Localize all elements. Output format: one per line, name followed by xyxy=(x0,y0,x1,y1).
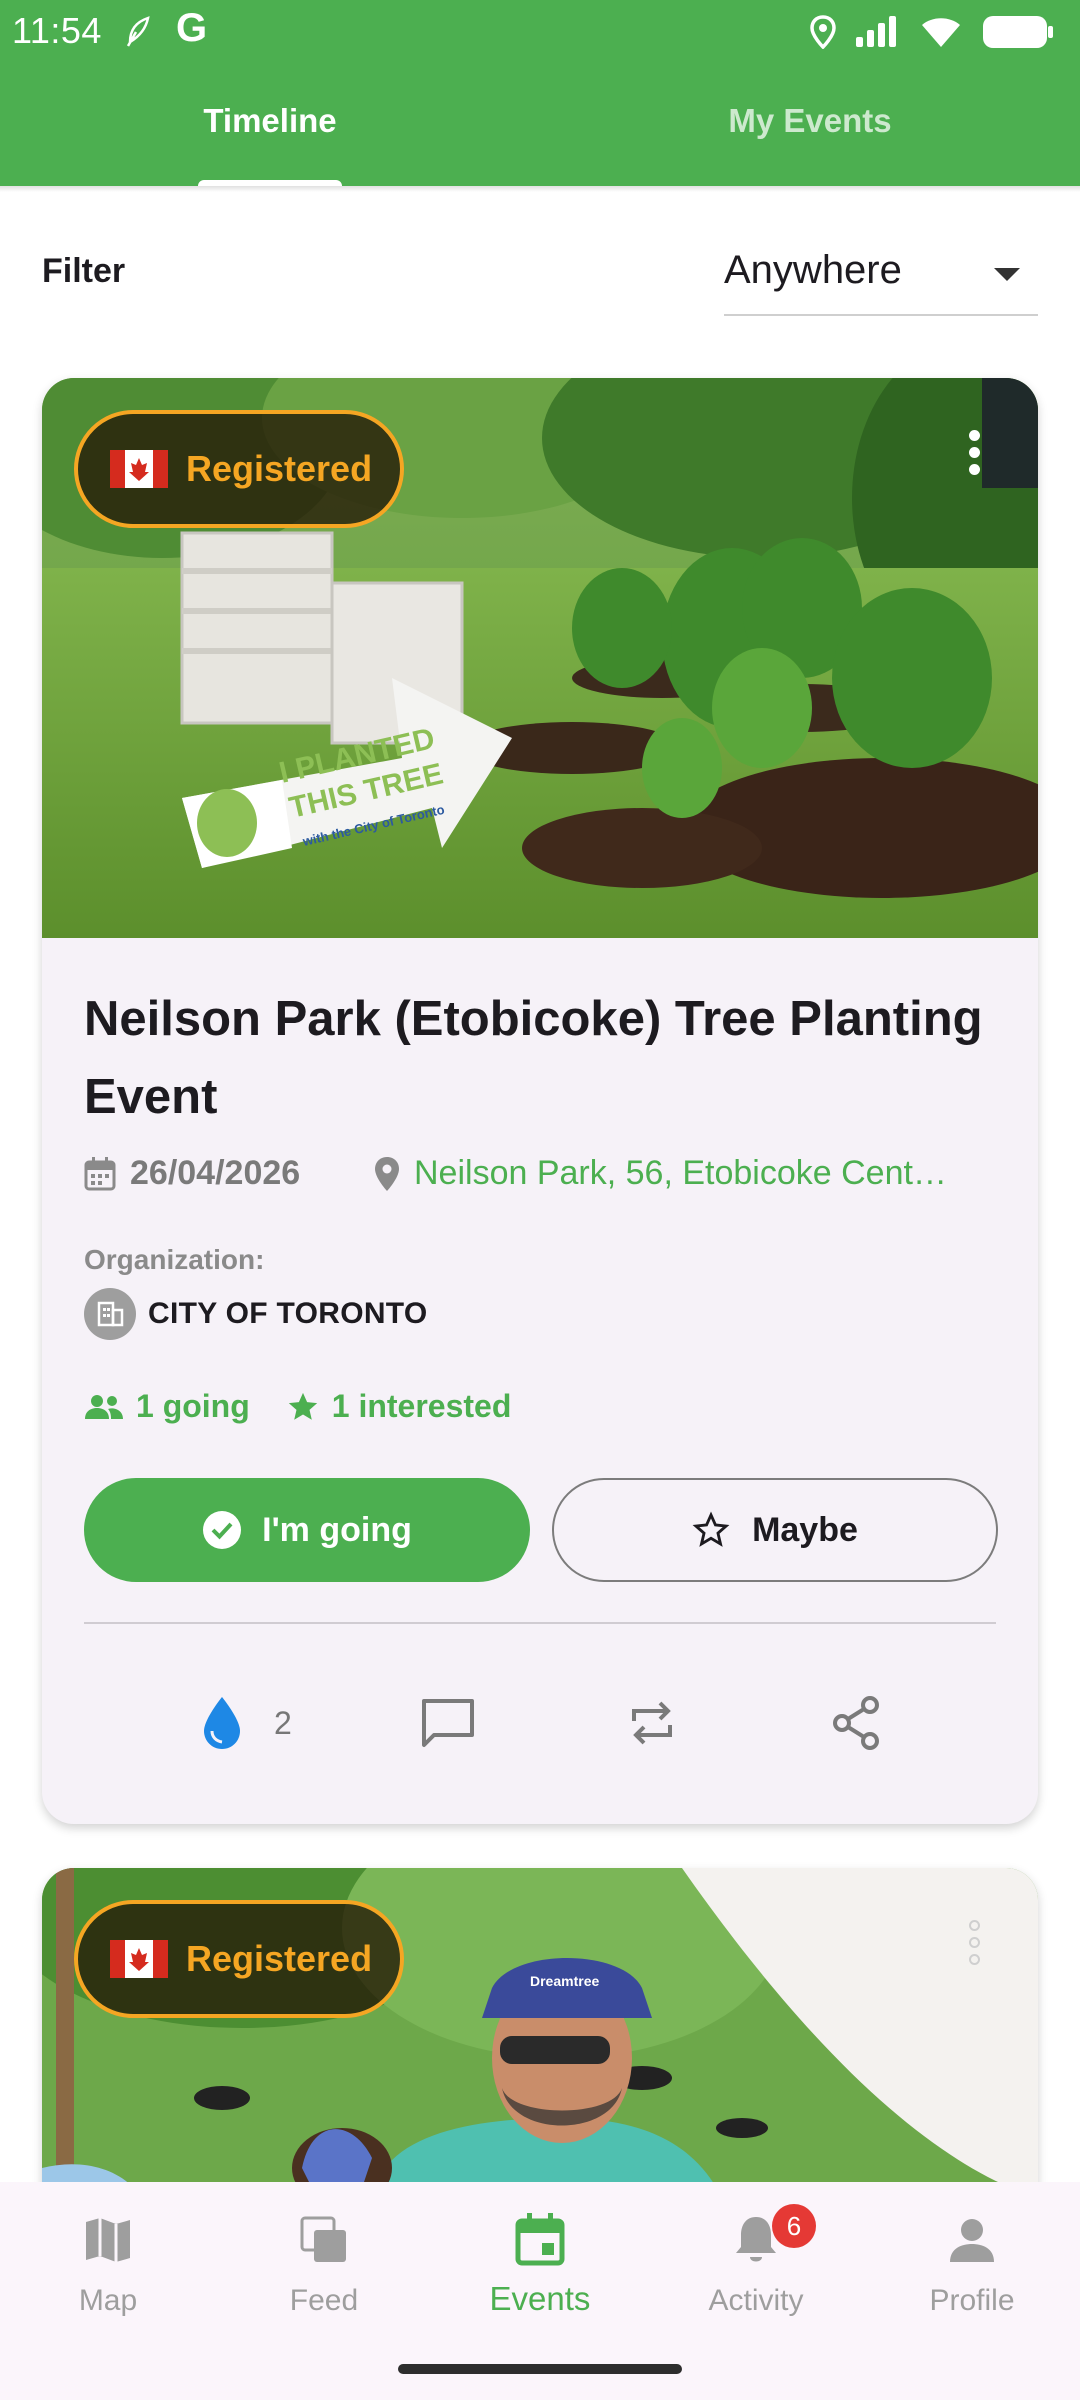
comment-icon xyxy=(422,1699,474,1747)
nav-label: Activity xyxy=(708,2284,804,2317)
nav-label: Map xyxy=(78,2284,138,2317)
map-icon xyxy=(86,2218,130,2262)
battery-icon xyxy=(983,16,1053,48)
more-options-icon[interactable] xyxy=(966,1920,982,1970)
drop-action[interactable]: 2 xyxy=(200,1688,292,1758)
nav-activity[interactable]: 6 Activity xyxy=(648,2204,864,2318)
star-outline-icon xyxy=(692,1511,730,1547)
interested-text: 1 interested xyxy=(331,1388,512,1424)
attendance-stats: 1 going 1 interested xyxy=(84,1388,547,1425)
dropdown-arrow-icon xyxy=(994,268,1020,281)
check-circle-icon xyxy=(203,1511,242,1549)
nav-map[interactable]: Map xyxy=(0,2210,216,2318)
share-icon xyxy=(833,1696,879,1750)
card-divider xyxy=(84,1622,996,1624)
tab-label: Timeline xyxy=(203,102,337,139)
event-location[interactable]: Neilson Park, 56, Etobicoke Cent… xyxy=(374,1154,947,1193)
nav-label: Events xyxy=(489,2280,591,2317)
im-going-button[interactable]: I'm going xyxy=(84,1478,530,1582)
nav-profile[interactable]: Profile xyxy=(864,2210,1080,2318)
going-count: 1 going xyxy=(84,1388,250,1425)
im-going-label: I'm going xyxy=(262,1510,412,1549)
status-bar: 11:54 G xyxy=(0,0,1080,62)
drop-count: 2 xyxy=(274,1704,292,1741)
nav-label: Profile xyxy=(929,2284,1015,2317)
home-indicator[interactable] xyxy=(398,2364,682,2374)
people-icon xyxy=(85,1394,123,1419)
filter-value: Anywhere xyxy=(724,248,902,292)
nav-feed[interactable]: Feed xyxy=(216,2210,432,2318)
header-shadow xyxy=(0,186,1080,192)
filter-dropdown[interactable]: Anywhere xyxy=(724,236,1038,316)
canada-flag-icon xyxy=(110,1940,168,1978)
tab-my-events[interactable]: My Events xyxy=(540,62,1080,186)
organization-name: CITY OF TORONTO xyxy=(148,1297,428,1330)
app-header: 11:54 G Timeline My Events xyxy=(0,0,1080,186)
google-icon: G xyxy=(176,6,208,50)
tab-timeline[interactable]: Timeline xyxy=(0,62,540,186)
tab-bar: Timeline My Events xyxy=(0,62,1080,186)
person-icon xyxy=(950,2219,994,2262)
event-date: 26/04/2026 xyxy=(84,1154,300,1193)
event-card[interactable]: I PLANTED THIS TREE with the City of Tor… xyxy=(42,378,1038,1824)
wifi-icon xyxy=(922,18,960,47)
badge-label: Registered xyxy=(186,448,373,489)
app-notification-icon xyxy=(126,16,150,47)
badge-label: Registered xyxy=(186,1938,373,1979)
share-button[interactable] xyxy=(830,1688,882,1758)
repost-button[interactable] xyxy=(626,1688,678,1758)
maybe-label: Maybe xyxy=(752,1510,858,1549)
going-text: 1 going xyxy=(136,1388,250,1424)
star-icon xyxy=(288,1392,317,1420)
event-date-text: 26/04/2026 xyxy=(130,1154,301,1192)
building-icon xyxy=(84,1288,136,1340)
calendar-icon xyxy=(84,1156,116,1190)
location-icon xyxy=(810,15,836,49)
registered-badge: Registered xyxy=(74,410,404,528)
event-title: Neilson Park (Etobicoke) Tree Planting E… xyxy=(84,992,983,1124)
tab-label: My Events xyxy=(728,102,892,139)
organization-label: Organization: xyxy=(84,1244,265,1275)
repost-icon xyxy=(632,1701,672,1745)
cap-text: Dreamtree xyxy=(530,1973,599,1989)
nav-label: Feed xyxy=(289,2284,359,2317)
nav-events[interactable]: Events xyxy=(432,2210,648,2318)
status-time: 11:54 xyxy=(12,10,102,51)
calendar-icon xyxy=(515,2213,565,2266)
signal-icon xyxy=(856,16,896,47)
filter-label: Filter xyxy=(42,252,126,290)
interested-count: 1 interested xyxy=(286,1388,512,1425)
notification-badge: 6 xyxy=(772,2204,816,2248)
event-location-text: Neilson Park, 56, Etobicoke Cent… xyxy=(414,1154,947,1192)
location-pin-icon xyxy=(375,1156,399,1191)
more-options-icon[interactable] xyxy=(966,430,982,480)
registered-badge: Registered xyxy=(74,1900,404,2018)
water-drop-icon xyxy=(204,1697,240,1749)
maybe-button[interactable]: Maybe xyxy=(552,1478,998,1582)
canada-flag-icon xyxy=(110,450,168,488)
comment-button[interactable] xyxy=(420,1688,476,1758)
card-actions: 2 xyxy=(42,1688,1038,1758)
event-meta: 26/04/2026 Neilson Park, 56, Etobicoke C… xyxy=(84,1154,1004,1204)
organization[interactable]: CITY OF TORONTO xyxy=(84,1288,428,1340)
feed-icon xyxy=(300,2216,346,2262)
